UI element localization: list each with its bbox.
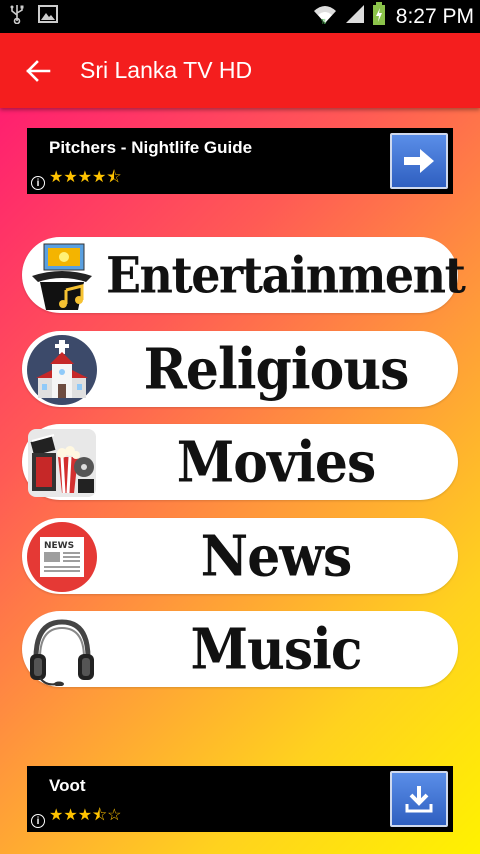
ad-title: Voot	[49, 776, 86, 795]
ad-title: Pitchers - Nightlife Guide	[49, 138, 253, 157]
ad-rating: ★★★⯪☆	[49, 807, 122, 824]
usb-icon	[10, 4, 24, 29]
ad-banner-bottom[interactable]: Voot ★★★⯪☆ i	[27, 766, 453, 832]
status-bar: ⇅ 8:27 PM	[0, 0, 480, 33]
svg-text:NEWS: NEWS	[44, 541, 74, 551]
newspaper-icon: NEWS	[26, 521, 98, 593]
ad-download-button[interactable]	[390, 771, 448, 827]
ad-action-button[interactable]	[390, 133, 448, 189]
entertainment-icon	[26, 240, 98, 312]
arrow-right-icon	[404, 149, 434, 173]
app-bar: Sri Lanka TV HD	[0, 33, 480, 108]
info-icon[interactable]: i	[31, 814, 45, 828]
movie-icon	[26, 427, 98, 499]
category-label: Music	[190, 616, 362, 682]
headphones-icon	[26, 614, 98, 687]
category-label: Movies	[176, 429, 377, 495]
svg-text:⇅: ⇅	[321, 18, 327, 25]
image-icon	[38, 5, 58, 28]
clock: 8:27 PM	[395, 4, 474, 28]
page-title: Sri Lanka TV HD	[80, 57, 253, 83]
signal-icon	[344, 3, 366, 30]
category-label: Religious	[143, 336, 410, 402]
ad-banner-top[interactable]: Pitchers - Nightlife Guide ★★★★⯪ i	[27, 128, 453, 194]
ad-rating: ★★★★⯪	[49, 169, 122, 186]
battery-charging-icon	[372, 2, 386, 31]
back-button[interactable]	[8, 33, 68, 108]
info-icon[interactable]: i	[31, 176, 45, 190]
back-arrow-icon	[26, 59, 51, 82]
category-news[interactable]: NEWS News	[22, 518, 458, 594]
category-religious[interactable]: Religious	[22, 331, 458, 407]
category-label: News	[200, 523, 353, 589]
category-label: Entertainment	[106, 245, 466, 305]
church-icon	[26, 334, 98, 406]
wifi-icon: ⇅	[312, 3, 338, 30]
category-music[interactable]: Music	[22, 611, 458, 687]
category-movies[interactable]: Movies	[22, 424, 458, 500]
category-entertainment[interactable]: Entertainment	[22, 237, 466, 313]
download-icon	[405, 786, 433, 813]
